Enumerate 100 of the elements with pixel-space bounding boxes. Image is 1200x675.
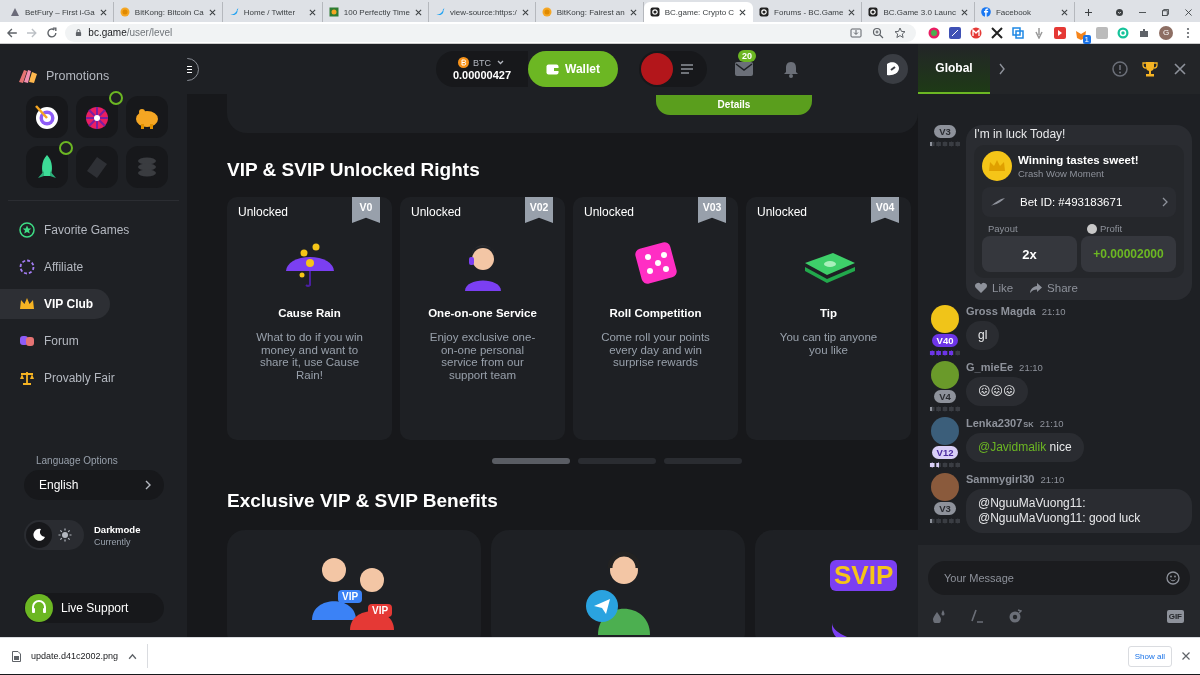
share-button[interactable]: Share bbox=[1029, 282, 1078, 294]
smiley-icon[interactable] bbox=[1166, 571, 1180, 585]
level-dots bbox=[929, 141, 961, 147]
close-icon[interactable] bbox=[308, 8, 316, 16]
username[interactable]: G_mieEe bbox=[966, 361, 1014, 373]
dropdown-icon[interactable] bbox=[1116, 8, 1123, 16]
copy-icon[interactable] bbox=[1012, 26, 1024, 39]
info-icon[interactable] bbox=[1112, 61, 1128, 77]
address-field[interactable]: bc.game/user/level bbox=[65, 23, 916, 42]
bell-icon[interactable] bbox=[783, 60, 799, 78]
balance-selector[interactable]: BTC 0.00000427 bbox=[436, 51, 528, 87]
zoom-icon[interactable] bbox=[872, 26, 884, 39]
promotion-tile[interactable] bbox=[76, 146, 118, 188]
chevron-right-icon[interactable] bbox=[998, 63, 1006, 75]
user-avatar[interactable] bbox=[931, 305, 959, 333]
close-icon[interactable] bbox=[1182, 652, 1190, 660]
coin-icon[interactable] bbox=[1008, 609, 1022, 623]
language-label: Language Options bbox=[36, 455, 119, 466]
show-all-button[interactable]: Show all bbox=[1127, 645, 1172, 667]
close-icon[interactable] bbox=[629, 8, 637, 16]
crown-medal-icon bbox=[982, 151, 1012, 181]
message-bubble: @NguuMaVuong11: @NguuMaVuong11: good luck bbox=[966, 489, 1192, 533]
lock-icon bbox=[75, 29, 83, 36]
profit-label: Profit bbox=[1100, 223, 1123, 234]
promotion-tile[interactable] bbox=[26, 96, 68, 138]
scale-icon bbox=[19, 370, 35, 386]
status-label: Unlocked bbox=[757, 205, 808, 219]
plus-icon[interactable] bbox=[1084, 8, 1092, 16]
drops-icon[interactable] bbox=[932, 609, 946, 623]
sidebar-nav-item[interactable]: Affiliate bbox=[0, 252, 110, 282]
card-title: One-on-one Service bbox=[428, 307, 537, 319]
mention-link[interactable]: @Javidmalik bbox=[978, 440, 1047, 454]
live-support-button[interactable]: Live Support bbox=[24, 593, 164, 623]
browser-tab[interactable]: BC.game: Crypto C bbox=[643, 2, 754, 22]
gif-button[interactable]: GIF bbox=[1166, 609, 1184, 623]
username[interactable]: Gross Magda bbox=[966, 305, 1036, 317]
chevron-right-icon bbox=[144, 480, 152, 490]
status-label: Unlocked bbox=[584, 205, 635, 219]
message-field[interactable]: Your Message bbox=[928, 561, 1190, 595]
card-subtitle: Crash Wow Moment bbox=[1018, 167, 1105, 179]
close-icon[interactable] bbox=[415, 8, 422, 16]
sidebar-nav-item[interactable]: VIP Club bbox=[0, 289, 110, 319]
username[interactable]: Lenka2307 bbox=[966, 417, 1023, 429]
close-icon[interactable] bbox=[208, 8, 216, 16]
flower-icon[interactable] bbox=[928, 26, 940, 39]
payout-label: Payout bbox=[987, 223, 1019, 234]
account-menu[interactable] bbox=[639, 51, 707, 87]
play-icon[interactable] bbox=[1054, 26, 1066, 39]
extension-icon[interactable] bbox=[991, 26, 1003, 39]
restore-icon[interactable] bbox=[1162, 8, 1169, 16]
message-time: 21:10 bbox=[1019, 362, 1043, 373]
level-ribbon: V02 bbox=[525, 197, 553, 223]
back-icon[interactable] bbox=[6, 26, 18, 39]
user-avatar[interactable] bbox=[931, 361, 959, 389]
close-icon[interactable] bbox=[99, 8, 107, 16]
username[interactable]: Sammygirl30 bbox=[966, 473, 1035, 485]
level-ribbon: V0 bbox=[352, 197, 380, 223]
level-badge: V4 bbox=[934, 390, 956, 403]
sidebar-nav-item[interactable]: Favorite Games bbox=[0, 215, 144, 245]
extension-icon[interactable] bbox=[949, 26, 961, 39]
message-input[interactable]: Your Message bbox=[942, 571, 1166, 585]
promotion-tile[interactable] bbox=[76, 96, 118, 138]
slash-command-icon[interactable] bbox=[970, 609, 984, 623]
close-icon[interactable] bbox=[848, 8, 856, 16]
theme-toggle[interactable] bbox=[24, 520, 84, 550]
close-icon[interactable] bbox=[1060, 8, 1068, 16]
download-file-name[interactable]: update.d41c2002.png bbox=[31, 651, 119, 661]
trophy-icon[interactable] bbox=[1142, 61, 1158, 77]
close-icon[interactable] bbox=[960, 8, 968, 16]
level-badge: V40 bbox=[931, 334, 959, 347]
close-icon[interactable] bbox=[1185, 8, 1192, 16]
star-icon[interactable] bbox=[894, 26, 906, 39]
profile-avatar[interactable]: G bbox=[1159, 25, 1173, 40]
language-select[interactable]: English bbox=[24, 470, 164, 500]
close-icon[interactable] bbox=[521, 8, 529, 16]
message-bubble: 😖😖😖 bbox=[966, 377, 1028, 406]
mail-icon[interactable] bbox=[735, 62, 753, 76]
promotion-tile[interactable] bbox=[26, 146, 68, 188]
bird-icon bbox=[228, 7, 239, 17]
list-icon bbox=[681, 64, 693, 74]
card-description: Enjoy exclusive one-on-one personal service from our support team bbox=[428, 331, 537, 381]
card-title: Winning tastes sweet! bbox=[1018, 153, 1139, 166]
close-icon[interactable] bbox=[739, 8, 747, 16]
close-icon[interactable] bbox=[1172, 61, 1188, 77]
svip-label: SVIP bbox=[830, 560, 898, 591]
coin-icon bbox=[541, 7, 552, 17]
like-button[interactable]: Like bbox=[974, 282, 1014, 294]
message-time: 21:10 bbox=[1039, 418, 1064, 429]
sidebar-nav-item[interactable]: Forum bbox=[0, 326, 110, 356]
headset-icon bbox=[25, 594, 53, 622]
install-icon[interactable] bbox=[850, 26, 862, 39]
status-label: Unlocked bbox=[238, 205, 289, 219]
reload-icon[interactable] bbox=[45, 26, 58, 39]
sidebar-nav-item[interactable]: Provably Fair bbox=[0, 363, 129, 393]
bet-id-row[interactable]: Bet ID: #493183671 bbox=[982, 187, 1176, 217]
promotion-tile[interactable] bbox=[126, 96, 168, 138]
logo-icon[interactable] bbox=[878, 54, 908, 84]
promotion-tile[interactable] bbox=[126, 146, 168, 188]
coin-icon bbox=[119, 7, 130, 17]
notification-badge: 20 bbox=[738, 50, 756, 62]
